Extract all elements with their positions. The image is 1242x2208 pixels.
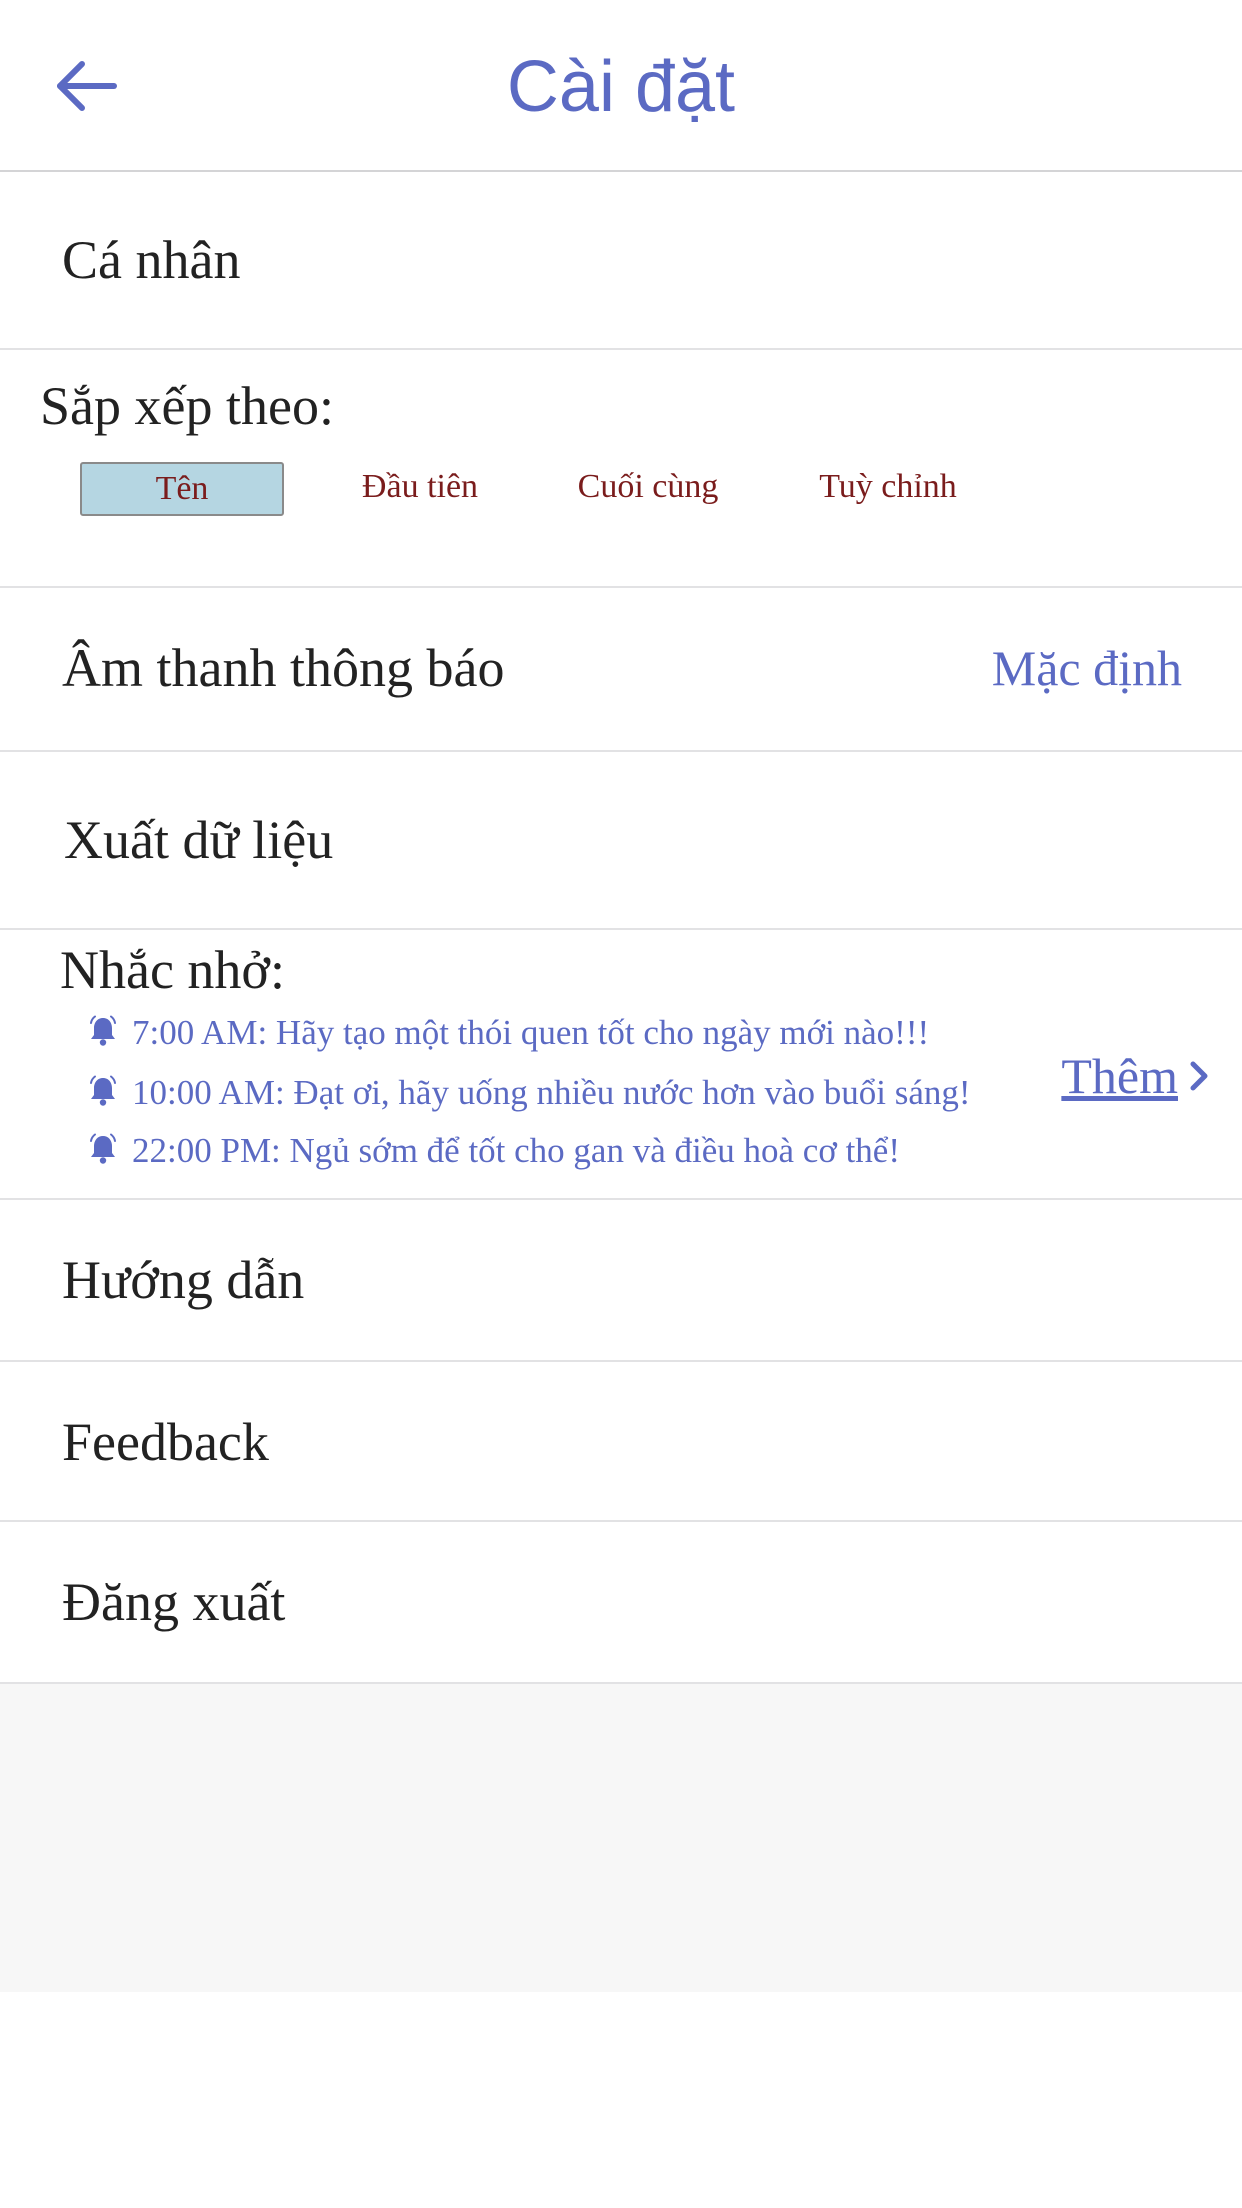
bell-icon [90,1015,116,1046]
bell-icon [90,1133,116,1164]
header-bar: Cài đặt [0,0,1242,172]
reminder-item[interactable]: 10:00 AM: Đạt ơi, hãy uống nhiều nước hơ… [86,1068,971,1118]
personal-row[interactable]: Cá nhân [0,172,1242,350]
guide-row[interactable]: Hướng dẫn [0,1200,1242,1362]
export-data-label: Xuất dữ liệu [64,810,334,870]
sort-title: Sắp xếp theo: [40,376,334,436]
logout-row[interactable]: Đăng xuất [0,1522,1242,1684]
personal-label: Cá nhân [62,230,241,290]
add-reminder-label: Thêm [1061,1048,1178,1104]
add-reminder-link[interactable]: Thêm [1061,1046,1212,1106]
sort-option-name[interactable]: Tên [80,462,284,516]
reminder-item[interactable]: 7:00 AM: Hãy tạo một thói quen tốt cho n… [86,1008,929,1058]
logout-label: Đăng xuất [62,1572,286,1632]
page-title: Cài đặt [506,47,736,127]
empty-area [0,1684,1242,1992]
sort-option-custom[interactable]: Tuỳ chỉnh [790,462,986,516]
reminder-text: 22:00 PM: Ngủ sớm để tốt cho gan và điều… [132,1131,901,1170]
reminder-text: 7:00 AM: Hãy tạo một thói quen tốt cho n… [132,1013,930,1052]
reminders-section: Nhắc nhở: 7:00 AM: Hãy tạo một thói quen… [0,930,1242,1200]
bell-icon [90,1075,116,1106]
reminders-title: Nhắc nhở: [60,940,285,1000]
feedback-label: Feedback [62,1412,269,1472]
notification-sound-value[interactable]: Mặc định [992,636,1182,700]
sort-section: Sắp xếp theo: Tên Đầu tiên Cuối cùng Tuỳ… [0,350,1242,588]
notification-sound-label: Âm thanh thông báo [62,638,505,698]
sort-option-last[interactable]: Cuối cùng [550,462,746,516]
notification-sound-row[interactable]: Âm thanh thông báo Mặc định [0,588,1242,752]
chevron-right-icon [1190,1061,1208,1091]
guide-label: Hướng dẫn [62,1250,305,1310]
sort-option-first[interactable]: Đầu tiên [330,462,510,516]
reminder-text: 10:00 AM: Đạt ơi, hãy uống nhiều nước hơ… [132,1073,971,1112]
export-data-row[interactable]: Xuất dữ liệu [0,752,1242,930]
feedback-row[interactable]: Feedback [0,1362,1242,1522]
reminder-item[interactable]: 22:00 PM: Ngủ sớm để tốt cho gan và điều… [86,1126,900,1176]
